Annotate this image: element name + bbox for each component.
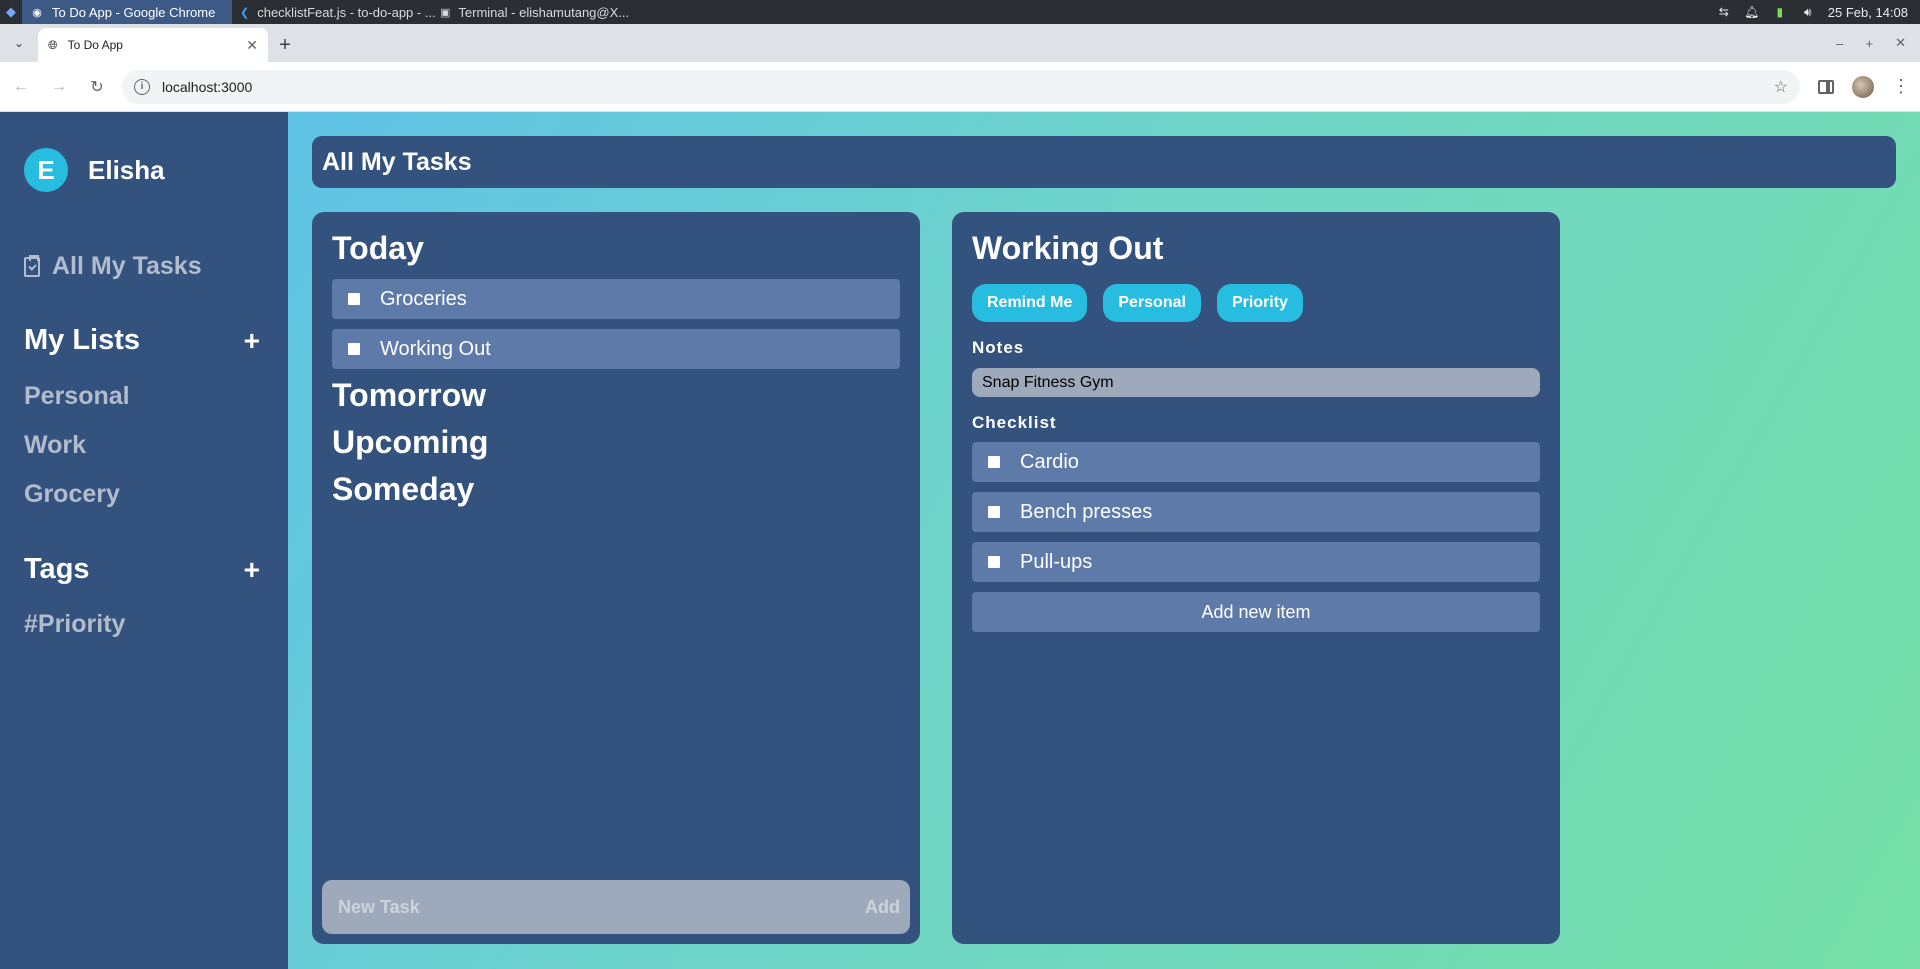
remind-me-button[interactable]: Remind Me xyxy=(972,284,1088,322)
browser-tab-strip: ⌄ 🌐︎ To Do App ✕ + – + ✕ xyxy=(0,24,1920,62)
tab-title: To Do App xyxy=(67,38,123,52)
tags-heading: Tags xyxy=(24,553,90,585)
minimize-icon[interactable]: – xyxy=(1836,36,1843,51)
sidebar: E Elisha All My Tasks My Lists + Persona… xyxy=(0,112,288,969)
sidebar-item-label: All My Tasks xyxy=(52,252,202,280)
user-avatar[interactable]: E xyxy=(24,148,68,192)
bookmark-star-icon[interactable]: ☆ xyxy=(1774,77,1788,97)
back-arrow-icon[interactable]: ← xyxy=(4,70,38,104)
task-checkbox[interactable] xyxy=(348,293,360,305)
forward-arrow-icon[interactable]: → xyxy=(42,70,76,104)
task-label: Groceries xyxy=(380,287,467,310)
globe-icon: 🌐︎ xyxy=(48,37,58,52)
address-bar[interactable]: i localhost:3000 ☆ xyxy=(122,69,1800,104)
group-upcoming[interactable]: Upcoming xyxy=(332,424,488,461)
terminal-icon: ▣ xyxy=(440,6,451,19)
checklist-checkbox[interactable] xyxy=(988,456,1000,468)
sidebar-item-grocery[interactable]: Grocery xyxy=(24,480,120,509)
clock[interactable]: 25 Feb, 14:08 xyxy=(1828,5,1908,20)
task-actions: Remind Me Personal Priority xyxy=(972,284,1303,322)
checklist-label: Checklist xyxy=(972,413,1057,432)
notes-label: Notes xyxy=(972,338,1025,357)
reload-icon[interactable]: ↻ xyxy=(80,70,114,104)
group-tomorrow[interactable]: Tomorrow xyxy=(332,377,486,414)
browser-menu-icon[interactable]: ⋮ xyxy=(1892,76,1910,97)
new-task-input[interactable]: New Task Add xyxy=(322,880,910,934)
network-icon[interactable]: ⇆ xyxy=(1716,4,1732,20)
new-tab-button[interactable]: + xyxy=(268,28,302,62)
task-item[interactable]: Groceries xyxy=(332,279,900,319)
checklist-item[interactable]: Cardio xyxy=(972,442,1540,482)
notes-text[interactable]: Snap Fitness Gym xyxy=(982,374,1114,392)
tab-search-dropdown-icon[interactable]: ⌄ xyxy=(0,24,38,62)
checklist-item-label: Pull-ups xyxy=(1020,550,1093,573)
add-checklist-item-button[interactable]: Add new item xyxy=(972,592,1540,632)
volume-icon[interactable]: 🔊︎ xyxy=(1800,4,1816,20)
user-name: Elisha xyxy=(88,154,165,185)
battery-icon[interactable]: ▮ xyxy=(1772,4,1788,20)
browser-tab-active[interactable]: 🌐︎ To Do App ✕ xyxy=(38,28,268,62)
taskbar-item-label: To Do App - Google Chrome xyxy=(52,4,216,20)
add-tag-button[interactable]: + xyxy=(244,554,260,586)
notification-bell-icon[interactable]: 🔔︎ xyxy=(1744,4,1760,20)
taskbar-item-chrome[interactable]: ◉ To Do App - Google Chrome xyxy=(22,0,232,24)
sidebar-item-personal[interactable]: Personal xyxy=(24,382,130,411)
checklist-item[interactable]: Bench presses xyxy=(972,492,1540,532)
group-today[interactable]: Today xyxy=(332,230,424,267)
checklist-item-label: Cardio xyxy=(1020,450,1079,473)
checklist-item[interactable]: Pull-ups xyxy=(972,542,1540,582)
task-label: Working Out xyxy=(380,337,491,360)
task-checkbox[interactable] xyxy=(348,343,360,355)
maximize-icon[interactable]: + xyxy=(1866,36,1874,51)
task-item[interactable]: Working Out xyxy=(332,329,900,369)
clipboard-check-icon xyxy=(24,254,40,277)
tags-header: Tags + xyxy=(24,553,260,586)
notes-field[interactable]: Snap Fitness Gym xyxy=(972,368,1540,397)
url-text[interactable]: localhost:3000 xyxy=(162,79,252,95)
checklist-checkbox[interactable] xyxy=(988,556,1000,568)
os-taskbar: ◆ ◉ To Do App - Google Chrome ❮ checklis… xyxy=(0,0,1920,24)
checklist-item-label: Bench presses xyxy=(1020,500,1153,523)
page-title: All My Tasks xyxy=(322,147,472,176)
vscode-icon: ❮ xyxy=(240,6,250,19)
profile-avatar[interactable] xyxy=(1852,75,1874,98)
task-detail-panel: Working Out Remind Me Personal Priority … xyxy=(952,212,1560,944)
app-menu-icon[interactable]: ◆ xyxy=(0,0,22,24)
taskbar-item-terminal[interactable]: ▣ Terminal - elishamutang@X... xyxy=(432,0,632,24)
new-task-placeholder[interactable]: New Task xyxy=(338,897,420,918)
browser-toolbar: ← → ↻ i localhost:3000 ☆ ⋮ xyxy=(0,62,1920,112)
checklist-checkbox[interactable] xyxy=(988,506,1000,518)
add-task-button[interactable]: Add xyxy=(865,897,900,918)
tasks-panel: Today Groceries Working Out Tomorrow Upc… xyxy=(312,212,920,944)
app-viewport: E Elisha All My Tasks My Lists + Persona… xyxy=(0,112,1920,969)
group-someday[interactable]: Someday xyxy=(332,471,474,508)
page-title-bar: All My Tasks xyxy=(312,136,1896,188)
taskbar-item-vscode[interactable]: ❮ checklistFeat.js - to-do-app - ... xyxy=(232,0,436,24)
user-profile: E Elisha xyxy=(24,148,165,192)
close-tab-icon[interactable]: ✕ xyxy=(246,37,258,54)
list-personal-button[interactable]: Personal xyxy=(1103,284,1201,322)
close-window-icon[interactable]: ✕ xyxy=(1895,35,1906,51)
side-panel-icon[interactable] xyxy=(1818,79,1834,94)
chrome-icon: ◉ xyxy=(32,6,42,19)
sidebar-item-tag-priority[interactable]: #Priority xyxy=(24,610,125,639)
task-detail-title: Working Out xyxy=(972,230,1164,266)
sidebar-item-work[interactable]: Work xyxy=(24,431,86,460)
add-list-button[interactable]: + xyxy=(244,325,260,357)
tag-priority-button[interactable]: Priority xyxy=(1216,284,1303,322)
my-lists-header: My Lists + xyxy=(24,324,260,357)
taskbar-item-label: checklistFeat.js - to-do-app - ... xyxy=(257,4,436,20)
site-info-icon[interactable]: i xyxy=(134,78,150,95)
sidebar-item-all-tasks[interactable]: All My Tasks xyxy=(24,252,202,281)
taskbar-item-label: Terminal - elishamutang@X... xyxy=(458,4,630,20)
my-lists-heading: My Lists xyxy=(24,324,141,356)
